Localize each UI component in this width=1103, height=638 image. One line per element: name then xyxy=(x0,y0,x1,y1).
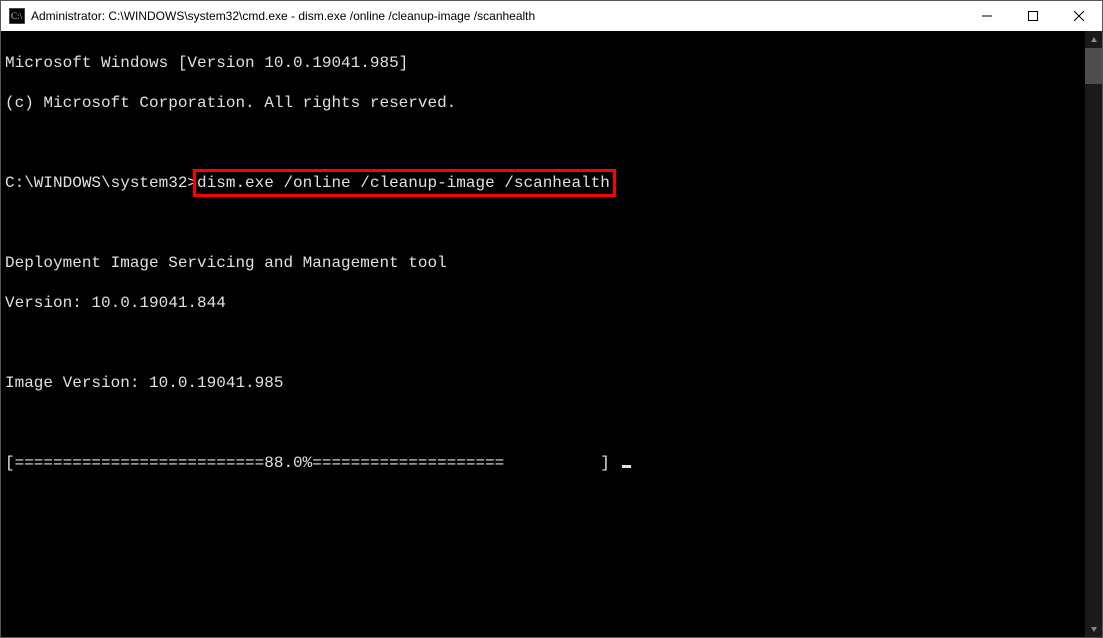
scrollbar-thumb[interactable] xyxy=(1085,48,1102,84)
cmd-icon: C:\ xyxy=(9,8,25,24)
window-controls xyxy=(964,1,1102,31)
banner-line: (c) Microsoft Corporation. All rights re… xyxy=(5,93,1081,113)
progress-line: [==========================88.0%========… xyxy=(5,453,1081,473)
scroll-up-button[interactable] xyxy=(1085,31,1102,48)
image-version-line: Image Version: 10.0.19041.985 xyxy=(5,373,1081,393)
close-button[interactable] xyxy=(1056,1,1102,31)
highlighted-command: dism.exe /online /cleanup-image /scanhea… xyxy=(193,169,616,197)
terminal-output[interactable]: Microsoft Windows [Version 10.0.19041.98… xyxy=(1,31,1085,637)
maximize-button[interactable] xyxy=(1010,1,1056,31)
tool-line: Deployment Image Servicing and Managemen… xyxy=(5,253,1081,273)
scrollbar-track[interactable] xyxy=(1085,48,1102,620)
prompt-prefix: C:\WINDOWS\system32> xyxy=(5,174,197,192)
blank-line xyxy=(5,133,1081,153)
tool-line: Version: 10.0.19041.844 xyxy=(5,293,1081,313)
vertical-scrollbar[interactable] xyxy=(1085,31,1102,637)
window-title: Administrator: C:\WINDOWS\system32\cmd.e… xyxy=(31,9,964,23)
blank-line xyxy=(5,333,1081,353)
command-text: dism.exe /online /cleanup-image /scanhea… xyxy=(197,174,610,192)
window-body: Microsoft Windows [Version 10.0.19041.98… xyxy=(1,31,1102,637)
svg-text:C:\: C:\ xyxy=(11,11,23,21)
banner-line: Microsoft Windows [Version 10.0.19041.98… xyxy=(5,53,1081,73)
minimize-button[interactable] xyxy=(964,1,1010,31)
scroll-down-button[interactable] xyxy=(1085,620,1102,637)
cursor xyxy=(622,465,631,468)
cmd-window: C:\ Administrator: C:\WINDOWS\system32\c… xyxy=(0,0,1103,638)
titlebar[interactable]: C:\ Administrator: C:\WINDOWS\system32\c… xyxy=(1,1,1102,31)
progress-text: [==========================88.0%========… xyxy=(5,454,620,472)
blank-line xyxy=(5,213,1081,233)
prompt-line: C:\WINDOWS\system32>dism.exe /online /cl… xyxy=(5,173,1081,193)
blank-line xyxy=(5,413,1081,433)
